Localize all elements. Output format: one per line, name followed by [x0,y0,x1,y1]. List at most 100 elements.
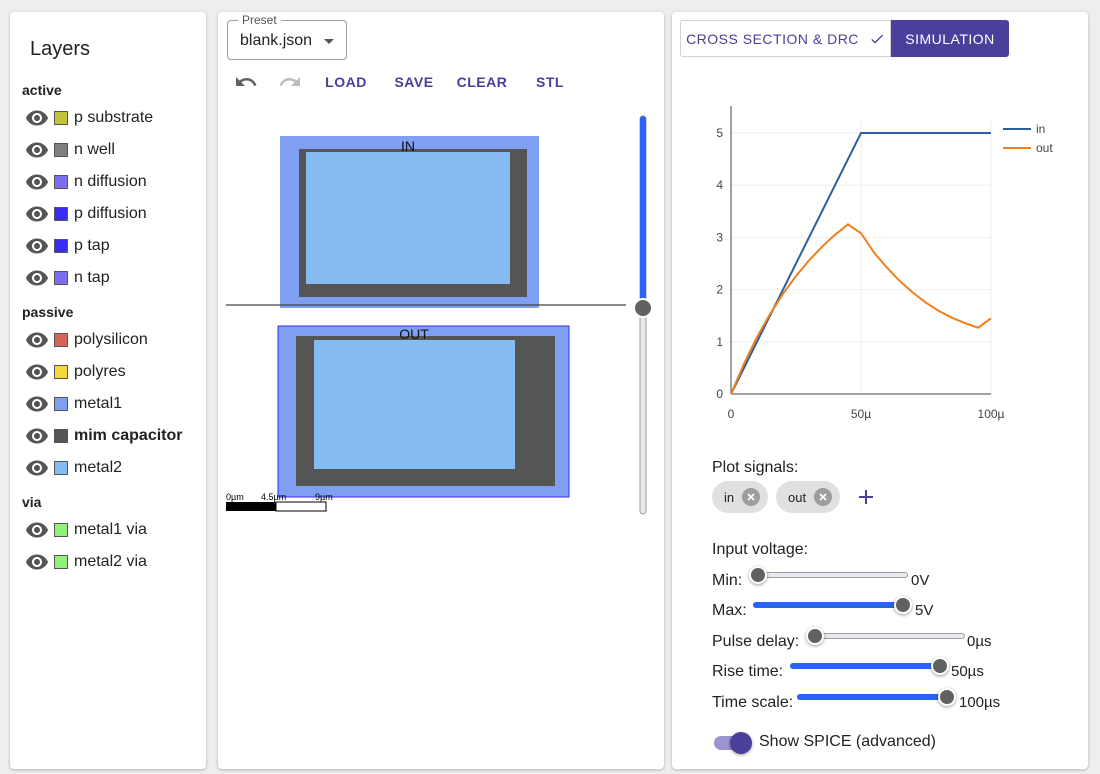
eye-icon[interactable] [24,360,50,384]
layer-group-passive: passive [22,304,74,320]
rise-time-slider[interactable] [790,656,949,676]
eye-icon[interactable] [24,266,50,290]
eye-icon[interactable] [24,518,50,542]
layers-panel: Layers active p substrate n well n diffusio… [10,12,206,769]
layer-item-polysilicon[interactable]: polysilicon [24,328,148,352]
editor-panel: Preset blank.json LOAD SAVE CLEAR STL IN [218,12,664,769]
preset-select[interactable]: Preset blank.json [227,13,347,60]
legend-label-out: out [1036,141,1053,155]
tab-cross-section-label: CROSS SECTION & DRC [686,30,859,47]
layer-item-p-diffusion[interactable]: p diffusion [24,202,147,226]
layer-item-metal1-via[interactable]: metal1 via [24,518,147,542]
layer-color-swatch [54,523,68,537]
tab-simulation[interactable]: SIMULATION [891,20,1009,57]
layer-color-swatch [54,111,68,125]
spice-toggle-knob[interactable] [730,732,752,754]
layer-color-swatch [54,365,68,379]
layer-item-n-well[interactable]: n well [24,138,115,162]
tab-cross-section-drc[interactable]: CROSS SECTION & DRC [680,20,891,57]
simulation-panel: CROSS SECTION & DRC SIMULATION 0 1 2 3 4 5 0 50… [672,12,1088,769]
layer-color-swatch [54,333,68,347]
layout-canvas[interactable]: IN OUT 0µm 4.5µm 9µm [218,102,664,522]
eye-icon[interactable] [24,138,50,162]
signal-chip-out[interactable]: out [776,481,840,513]
layer-item-metal2-via[interactable]: metal2 via [24,550,147,574]
max-slider[interactable] [753,595,912,615]
save-button[interactable]: SAVE [388,70,440,94]
cut-slider-thumb[interactable] [633,298,653,318]
layer-color-swatch [54,429,68,443]
cut-position-slider[interactable] [633,115,653,515]
redo-button[interactable] [276,70,304,94]
stl-button[interactable]: STL [528,70,572,94]
layer-color-swatch [54,239,68,253]
eye-icon[interactable] [24,550,50,574]
remove-in-icon[interactable] [742,488,761,506]
signal-chip-in[interactable]: in [712,481,768,513]
clear-label: CLEAR [456,74,508,90]
add-signal-icon[interactable] [856,485,876,509]
layer-group-active: active [22,82,62,98]
input-voltage-label: Input voltage: [712,541,809,558]
eye-icon[interactable] [24,106,50,130]
max-label: Max: [712,602,747,619]
y-tick-label: 4 [716,178,723,192]
time-scale-slider[interactable] [797,687,956,707]
eye-icon[interactable] [24,392,50,416]
layer-label: mim capacitor [74,427,183,444]
in-metal2-rect[interactable] [306,152,510,284]
time-scale-slider-thumb[interactable] [938,688,956,706]
layer-label: metal2 [74,459,123,476]
mode-tabs: CROSS SECTION & DRC SIMULATION [680,20,1009,57]
min-value: 0V [911,572,930,589]
eye-icon[interactable] [24,234,50,258]
layer-item-metal1[interactable]: metal1 [24,392,122,416]
layer-item-p-substrate[interactable]: p substrate [24,106,153,130]
layer-label: polyres [74,363,126,380]
load-button[interactable]: LOAD [320,70,372,94]
simulation-chart: 0 1 2 3 4 5 0 50µ 100µ in out [716,106,1053,421]
undo-button[interactable] [232,70,260,94]
eye-icon[interactable] [24,456,50,480]
scale-bar: 0µm 4.5µm 9µm [226,492,333,512]
out-metal2-rect[interactable] [314,340,515,469]
remove-out-icon[interactable] [814,488,833,506]
layer-label: p substrate [74,109,154,126]
layer-label: metal2 via [74,553,147,570]
rise-time-value: 50µs [951,663,984,680]
layer-color-swatch [54,143,68,157]
layers-title: Layers [30,38,91,60]
out-label: OUT [399,326,429,342]
min-slider[interactable] [749,565,908,585]
layer-color-swatch [54,175,68,189]
layer-item-polyres[interactable]: polyres [24,360,126,384]
layer-item-metal2[interactable]: metal2 [24,456,122,480]
eye-icon[interactable] [24,170,50,194]
rise-time-slider-thumb[interactable] [931,657,949,675]
layer-item-n-diffusion[interactable]: n diffusion [24,170,147,194]
layer-item-n-tap[interactable]: n tap [24,266,110,290]
eye-icon[interactable] [24,328,50,352]
layer-color-swatch [54,555,68,569]
pulse-delay-label: Pulse delay: [712,633,800,650]
max-slider-thumb[interactable] [894,596,912,614]
pulse-delay-slider-thumb[interactable] [806,627,824,645]
scale-label-0: 0µm [226,492,244,502]
min-slider-thumb[interactable] [749,566,767,584]
layer-label: n tap [74,269,110,286]
layer-item-mim-capacitor[interactable]: mim capacitor [24,424,182,448]
eye-icon[interactable] [24,424,50,448]
max-value: 5V [915,602,934,619]
y-tick-label: 3 [716,230,723,244]
spice-toggle[interactable] [712,732,752,754]
y-tick-label: 0 [716,387,723,401]
pulse-delay-slider[interactable] [806,626,965,646]
eye-icon[interactable] [24,202,50,226]
layer-label: n well [74,141,115,158]
save-label: SAVE [394,74,434,90]
clear-button[interactable]: CLEAR [454,70,510,94]
layer-color-swatch [54,461,68,475]
plot-signals-label: Plot signals: [712,459,799,476]
layer-color-swatch [54,397,68,411]
layer-item-p-tap[interactable]: p tap [24,234,110,258]
